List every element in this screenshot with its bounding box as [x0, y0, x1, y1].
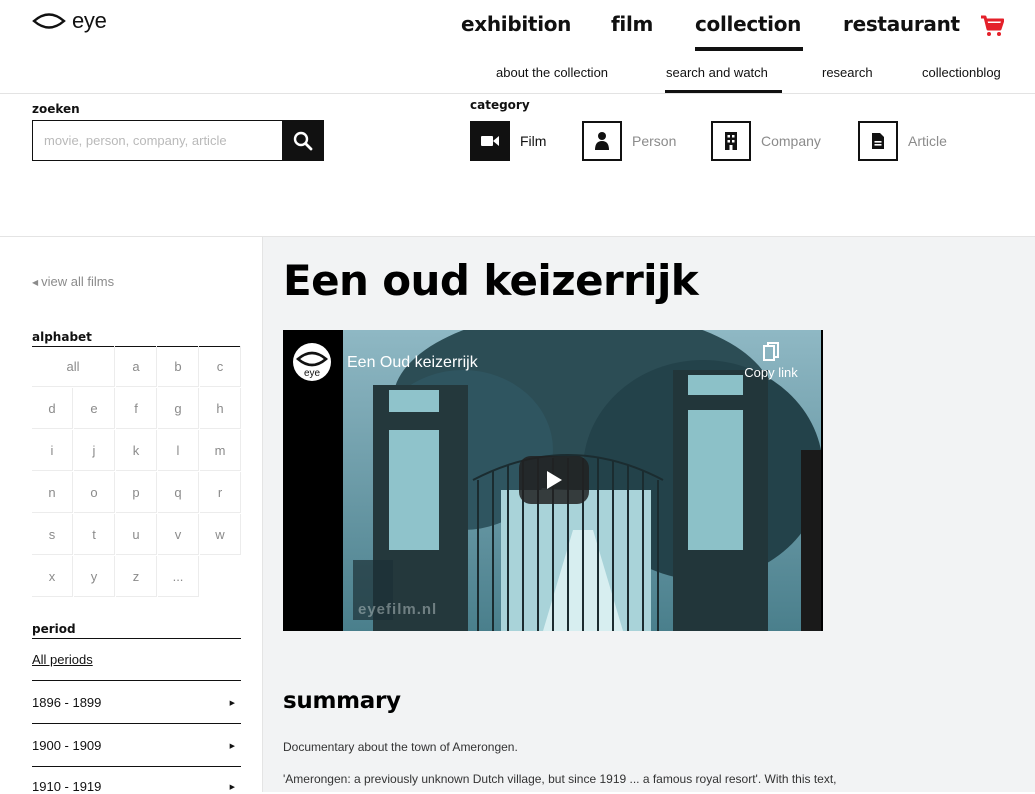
header-divider — [0, 93, 1035, 94]
category-company[interactable]: Company — [711, 120, 821, 162]
alphabet-letter[interactable]: z — [116, 556, 157, 597]
search-input[interactable] — [32, 120, 282, 161]
alphabet-letter[interactable]: all — [32, 346, 115, 387]
alphabet-letter[interactable]: i — [32, 430, 73, 471]
search-button[interactable] — [282, 120, 324, 161]
alphabet-letter[interactable]: e — [74, 388, 115, 429]
period-label-1900: 1900 - 1909 — [32, 738, 102, 753]
summary-paragraph: Documentary about the town of Amerongen. — [283, 740, 518, 754]
document-icon — [858, 121, 898, 161]
alphabet-letter[interactable]: c — [200, 346, 241, 387]
period-divider — [32, 638, 241, 639]
alphabet-letter[interactable]: h — [200, 388, 241, 429]
period-label-1896: 1896 - 1899 — [32, 695, 102, 710]
all-periods-link[interactable]: All periods — [32, 652, 93, 667]
alphabet-letter[interactable]: s — [32, 514, 73, 555]
alphabet-letter[interactable]: f — [116, 388, 157, 429]
alphabet-letter[interactable]: g — [158, 388, 199, 429]
alphabet-letter[interactable]: r — [200, 472, 241, 513]
video-watermark: eyefilm.nl — [358, 601, 438, 618]
subnav-search-and-watch[interactable]: search and watch — [666, 65, 768, 80]
copy-link-label: Copy link — [744, 365, 798, 380]
category-film-label: Film — [520, 133, 547, 149]
category-person[interactable]: Person — [582, 120, 676, 162]
alphabet-letter[interactable]: x — [32, 556, 73, 597]
play-button[interactable] — [519, 456, 589, 504]
search-icon — [293, 131, 313, 150]
alphabet-letter[interactable]: ... — [158, 556, 199, 597]
caret-left-icon: ◀ — [32, 278, 39, 288]
category-company-label: Company — [761, 133, 821, 149]
alphabet-letter[interactable]: y — [74, 556, 115, 597]
copy-link-button[interactable]: Copy link — [731, 342, 811, 380]
nav-collection[interactable]: collection — [695, 12, 801, 36]
alphabet-letter[interactable]: l — [158, 430, 199, 471]
channel-logo-icon[interactable]: eye — [293, 343, 331, 381]
alphabet-letter[interactable]: t — [74, 514, 115, 555]
category-person-label: Person — [632, 133, 677, 149]
period-divider — [32, 680, 241, 681]
play-icon — [547, 471, 562, 489]
search-label: zoeken — [32, 102, 80, 116]
period-item[interactable]: 1896 - 1899 ▶ — [32, 695, 241, 710]
period-item[interactable]: 1900 - 1909 ▶ — [32, 738, 241, 753]
period-label: period — [32, 622, 76, 636]
summary-paragraph: 'Amerongen: a previously unknown Dutch v… — [283, 772, 837, 786]
caret-right-icon: ▶ — [229, 700, 235, 707]
alphabet-letter[interactable]: v — [158, 514, 199, 555]
cart-icon[interactable] — [980, 15, 1005, 42]
period-divider — [32, 766, 241, 767]
page-title: Een oud keizerrijk — [283, 256, 699, 305]
video-camera-icon — [470, 121, 510, 161]
alphabet-letter[interactable]: d — [32, 388, 73, 429]
category-label: category — [470, 98, 530, 112]
copy-icon — [763, 342, 779, 361]
caret-right-icon: ▶ — [229, 784, 235, 791]
alphabet-letter[interactable]: m — [200, 430, 241, 471]
nav-exhibition[interactable]: exhibition — [461, 12, 571, 36]
nav-restaurant[interactable]: restaurant — [843, 12, 960, 36]
alphabet-letter[interactable]: k — [116, 430, 157, 471]
alphabet-letter[interactable]: q — [158, 472, 199, 513]
category-film[interactable]: Film — [470, 120, 546, 162]
building-icon — [711, 121, 751, 161]
subnav-about-the-collection[interactable]: about the collection — [496, 65, 608, 80]
alphabet-letter[interactable]: u — [116, 514, 157, 555]
alphabet-letter[interactable]: a — [116, 346, 157, 387]
alphabet-letter[interactable]: o — [74, 472, 115, 513]
category-article-label: Article — [908, 133, 947, 149]
person-icon — [582, 121, 622, 161]
alphabet-letter[interactable]: b — [158, 346, 199, 387]
video-player[interactable]: eye Een Oud keizerrijk Copy link eyefilm… — [283, 330, 823, 631]
subnav-collectionblog[interactable]: collectionblog — [922, 65, 1001, 80]
alphabet-letter[interactable]: n — [32, 472, 73, 513]
eye-logo-icon — [32, 13, 66, 29]
logo-text: eye — [72, 8, 107, 33]
video-title[interactable]: Een Oud keizerrijk — [347, 354, 478, 372]
category-article[interactable]: Article — [858, 120, 947, 162]
alphabet-letter[interactable]: w — [200, 514, 241, 555]
summary-heading: summary — [283, 688, 401, 714]
view-all-films-label: view all films — [41, 274, 115, 289]
channel-logo-text: eye — [304, 368, 321, 379]
nav-active-indicator — [695, 47, 803, 51]
nav-film[interactable]: film — [611, 12, 653, 36]
view-all-films-link[interactable]: ◀ view all films — [32, 274, 114, 289]
alphabet-letter[interactable]: p — [116, 472, 157, 513]
alphabet-letter[interactable]: j — [74, 430, 115, 471]
logo[interactable]: eye — [32, 8, 107, 34]
period-divider — [32, 723, 241, 724]
alphabet-label: alphabet — [32, 330, 92, 344]
caret-right-icon: ▶ — [229, 743, 235, 750]
subnav-research[interactable]: research — [822, 65, 873, 80]
